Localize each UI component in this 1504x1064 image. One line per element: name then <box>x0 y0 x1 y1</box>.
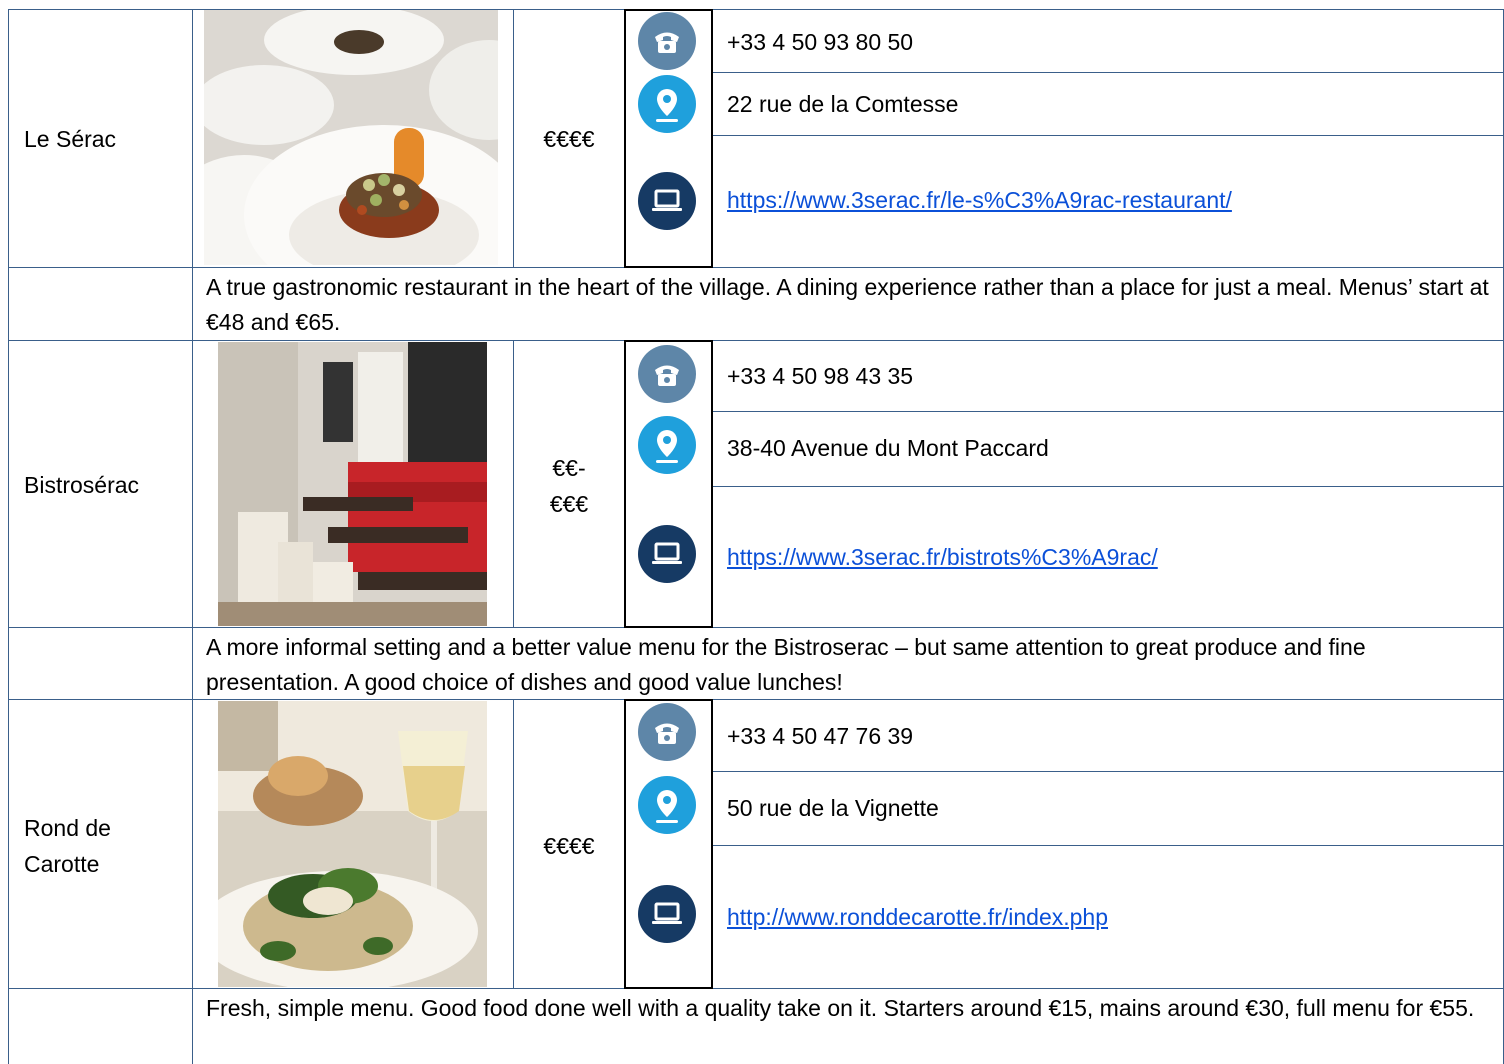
icon-column-border <box>711 340 713 628</box>
price-range: €€€ <box>549 491 589 517</box>
row-divider <box>8 627 1504 628</box>
icon-column-border <box>624 626 713 628</box>
restaurant-name: Bistrosérac <box>24 472 140 498</box>
icon-column-border <box>624 266 713 268</box>
location-pin-icon <box>638 75 696 133</box>
location-pin-icon <box>638 776 696 834</box>
icon-column-border <box>624 699 626 989</box>
laptop-icon <box>638 172 696 230</box>
dish-photo <box>204 10 498 265</box>
interior-photo <box>218 342 487 626</box>
restaurant-description: A more informal setting and a better val… <box>206 634 1366 695</box>
restaurant-name: Le Sérac <box>24 126 117 152</box>
price-range: €€€€ <box>543 126 595 152</box>
icon-column-border <box>624 9 626 267</box>
website-link[interactable]: https://www.3serac.fr/le-s%C3%A9rac-rest… <box>727 182 1232 218</box>
phone-icon <box>638 12 696 70</box>
row-divider <box>8 988 1504 989</box>
restaurant-name: Carotte <box>24 851 100 877</box>
phone-icon <box>638 703 696 761</box>
phone-number: +33 4 50 93 80 50 <box>727 29 914 55</box>
contact-divider <box>713 135 1504 136</box>
price-range: €€- <box>552 455 586 481</box>
restaurant-table: Le Sérac €€€€ +33 4 50 93 80 50 22 rue d… <box>0 0 1504 1064</box>
contact-divider <box>713 486 1504 487</box>
icon-column-border <box>711 699 713 989</box>
address: 50 rue de la Vignette <box>727 795 939 821</box>
contact-divider <box>713 411 1504 412</box>
icon-column-border <box>624 340 626 628</box>
phone-number: +33 4 50 98 43 35 <box>727 363 914 389</box>
website-link[interactable]: https://www.3serac.fr/bistrots%C3%A9rac/ <box>727 539 1158 575</box>
restaurant-description: Fresh, simple menu. Good food done well … <box>206 995 1475 1021</box>
icon-column-border <box>624 340 713 342</box>
price-range: €€€€ <box>543 833 595 859</box>
contact-divider <box>713 72 1504 73</box>
icon-column-border <box>711 9 713 267</box>
restaurant-name: Rond de <box>24 815 111 841</box>
row-divider <box>8 340 1504 341</box>
column-divider <box>192 9 193 1064</box>
phone-icon <box>638 345 696 403</box>
laptop-icon <box>638 525 696 583</box>
contact-divider <box>713 771 1504 772</box>
website-link[interactable]: http://www.ronddecarotte.fr/index.php <box>727 899 1108 935</box>
phone-number: +33 4 50 47 76 39 <box>727 723 914 749</box>
restaurant-description: A true gastronomic restaurant in the hea… <box>206 274 1489 335</box>
row-divider <box>8 267 1504 268</box>
address: 38-40 Avenue du Mont Paccard <box>727 435 1049 461</box>
contact-divider <box>713 845 1504 846</box>
icon-column-border <box>624 9 713 11</box>
table-left-border <box>8 9 9 1064</box>
laptop-icon <box>638 885 696 943</box>
icon-column-border <box>624 987 713 989</box>
dish-photo <box>218 701 487 987</box>
location-pin-icon <box>638 416 696 474</box>
address: 22 rue de la Comtesse <box>727 91 959 117</box>
